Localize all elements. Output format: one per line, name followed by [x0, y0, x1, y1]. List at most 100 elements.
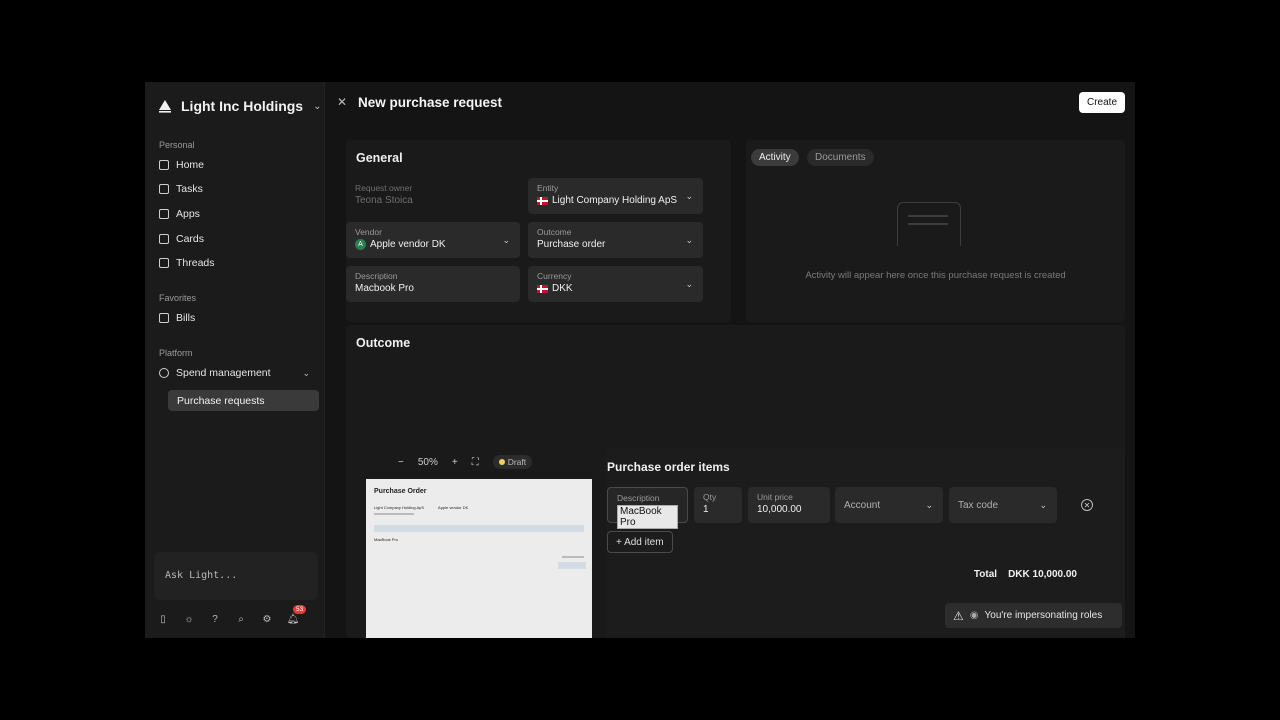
chevron-down-icon: ⌄ [1039, 500, 1047, 510]
sidebar: Light Inc Holdings ⌄ Personal Home Tasks… [145, 82, 325, 638]
org-name: Light Inc Holdings [181, 98, 304, 114]
sidebar-item-threads[interactable]: Threads [159, 254, 215, 272]
main-content: ✕ New purchase request Create General Re… [326, 82, 1135, 638]
sidebar-item-label: Threads [176, 257, 215, 269]
sun-icon[interactable]: ☼ [182, 612, 196, 626]
field-label: Unit price [757, 492, 793, 502]
create-button[interactable]: Create [1079, 92, 1125, 113]
zoom-level: 50% [417, 456, 438, 468]
impersonation-toast: ⚠ ◉ You're impersonating roles [945, 603, 1122, 628]
sidebar-item-cards[interactable]: Cards [159, 230, 204, 248]
preview-line [562, 556, 584, 558]
page-title: New purchase request [358, 95, 503, 110]
status-text: Draft [507, 457, 527, 467]
sidebar-item-bills[interactable]: Bills [159, 309, 195, 327]
field-label: Description [355, 271, 398, 281]
activity-panel: Activity Documents Activity will appear … [746, 140, 1125, 322]
chat-icon [159, 258, 169, 268]
status-badge: Draft [492, 455, 533, 469]
field-value: 10,000.00 [757, 504, 802, 515]
entity-value: Light Company Holding ApS [552, 195, 678, 206]
field-label: Vendor [355, 227, 382, 237]
home-icon [159, 160, 169, 170]
preview-parties: Light Company Holding ApS Apple vendor D… [374, 505, 584, 510]
general-section: General Request owner Teona Stoica Entit… [346, 140, 731, 322]
currency-select[interactable]: Currency DKK ⌄ [528, 266, 703, 302]
sidebar-item-label: Apps [176, 208, 200, 220]
field-label: Request owner [355, 183, 413, 193]
tax-code-placeholder: Tax code [958, 500, 999, 511]
tab-documents[interactable]: Documents [807, 149, 874, 166]
sidebar-item-spend-management[interactable]: Spend management [159, 364, 271, 382]
light-logo-icon [159, 100, 171, 113]
vendor-select[interactable]: Vendor A Apple vendor DK ⌄ [346, 222, 520, 258]
card-icon [159, 234, 169, 244]
org-switcher[interactable]: Light Inc Holdings ⌄ [157, 98, 322, 114]
sidebar-toggle-icon[interactable]: ▯ [156, 612, 170, 626]
zoom-out-icon[interactable]: − [398, 457, 404, 468]
chevron-down-icon: ⌄ [925, 500, 933, 510]
status-dot-icon [498, 459, 505, 465]
chevron-down-icon: ⌄ [685, 191, 693, 201]
denmark-flag-icon [537, 196, 548, 205]
denmark-flag-icon [537, 284, 548, 293]
field-value: A Apple vendor DK [355, 239, 511, 250]
request-owner-field: Request owner Teona Stoica [346, 178, 520, 214]
entity-select[interactable]: Entity Light Company Holding ApS ⌄ [528, 178, 703, 214]
item-account-select[interactable]: Account ⌄ [835, 487, 943, 523]
item-description-field[interactable]: Description MacBook Pro [607, 487, 688, 529]
chevron-down-icon: ⌄ [685, 279, 693, 289]
total-label: Total [973, 569, 998, 580]
vendor-value: Apple vendor DK [370, 239, 446, 250]
empty-state-illustration [897, 202, 961, 246]
field-value: DKK [537, 283, 694, 294]
preview-vendor: Apple vendor DK [438, 505, 469, 510]
section-label-platform: Platform [159, 348, 193, 358]
clipboard-icon [159, 184, 169, 194]
preview-company: Light Company Holding ApS [374, 505, 425, 510]
receipt-icon [159, 313, 169, 323]
field-label: Entity [537, 183, 559, 193]
field-label: Qty [703, 492, 717, 502]
preview-title: Purchase Order [374, 488, 427, 495]
remove-item-icon[interactable]: ✕ [1081, 499, 1093, 511]
field-value: Teona Stoica [355, 195, 413, 206]
chevron-down-icon: ⌄ [685, 235, 693, 245]
sidebar-item-label: Cards [176, 233, 205, 245]
zoom-in-icon[interactable]: + [452, 457, 458, 468]
chevron-down-icon[interactable]: ⌄ [302, 368, 310, 379]
add-item-button[interactable]: + Add item [607, 531, 673, 553]
outcome-title: Outcome [356, 336, 411, 350]
field-value: Macbook Pro [355, 283, 414, 294]
sidebar-item-purchase-requests[interactable]: Purchase requests [168, 390, 319, 411]
bell-icon[interactable]: 🔔︎ 53 [286, 605, 307, 626]
sidebar-item-label: Bills [176, 312, 196, 324]
tab-activity[interactable]: Activity [751, 149, 799, 166]
item-qty-field[interactable]: Qty 1 [694, 487, 742, 523]
toast-text: You're impersonating roles [984, 610, 1103, 621]
gear-icon[interactable]: ⚙ [260, 612, 274, 626]
field-label: Description [617, 493, 660, 503]
outcome-select[interactable]: Outcome Purchase order ⌄ [528, 222, 703, 258]
description-field[interactable]: Description Macbook Pro [346, 266, 520, 302]
section-label-favorites: Favorites [159, 293, 197, 303]
item-tax-code-select[interactable]: Tax code ⌄ [949, 487, 1057, 523]
chevron-down-icon: ⌄ [502, 235, 510, 245]
purchase-order-preview[interactable]: Purchase Order Light Company Holding ApS… [366, 479, 592, 638]
field-label: Outcome [537, 227, 572, 237]
field-value: 1 [703, 504, 709, 515]
sidebar-item-tasks[interactable]: Tasks [159, 180, 203, 198]
preview-total-row [558, 562, 586, 569]
ask-light-input[interactable]: Ask Light... [154, 552, 318, 600]
fullscreen-icon[interactable]: ⛶ [472, 457, 479, 468]
general-title: General [356, 151, 403, 165]
activity-empty-text: Activity will appear here once this purc… [805, 270, 1066, 281]
item-unit-price-field[interactable]: Unit price 10,000.00 [748, 487, 830, 523]
sidebar-item-apps[interactable]: Apps [159, 205, 200, 223]
preview-table-header [374, 525, 584, 532]
help-icon[interactable]: ? [208, 612, 222, 626]
close-icon[interactable]: ✕ [337, 95, 347, 109]
search-icon[interactable]: ⌕ [234, 612, 248, 626]
sidebar-item-home[interactable]: Home [159, 156, 204, 174]
outcome-section: Outcome − 50% + ⛶ Draft Purchase Order L… [346, 325, 1125, 638]
